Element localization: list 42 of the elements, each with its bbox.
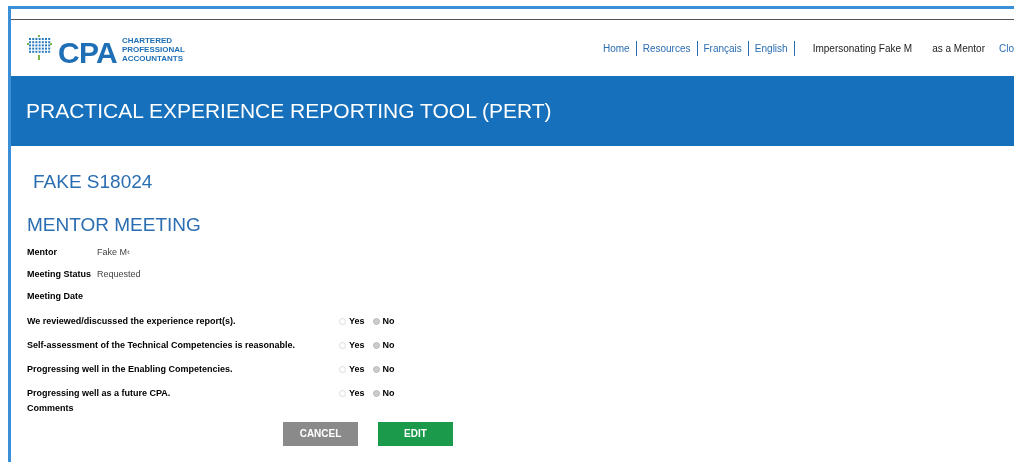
nav-link[interactable]: Home xyxy=(597,40,637,56)
action-button[interactable]: EDIT xyxy=(378,421,453,446)
section-title: MENTOR MEETING xyxy=(27,212,202,237)
radio-option[interactable]: No xyxy=(372,314,395,329)
question-text: We reviewed/discussed the experience report(s). xyxy=(27,314,237,328)
logo-tagline: CHARTERED xyxy=(121,35,174,45)
question-text: Self-assessment of the Technical Competencies is reasonable. xyxy=(27,338,296,352)
radio-icon[interactable] xyxy=(372,366,380,373)
field-label: Mentor xyxy=(27,246,58,260)
radio-icon[interactable] xyxy=(372,390,380,397)
logo-tagline: PROFESSIONAL xyxy=(121,44,185,54)
radio-icon[interactable] xyxy=(339,366,346,373)
field-label: Meeting Date xyxy=(27,290,84,304)
radio-option[interactable]: No xyxy=(372,386,395,401)
comments-label: Comments xyxy=(27,402,75,415)
logo-wordmark: CPA xyxy=(58,38,117,68)
nav-link[interactable]: Français xyxy=(697,40,749,56)
logo-tagline: ACCOUNTANTS xyxy=(121,53,185,63)
nav-link[interactable]: English xyxy=(748,40,795,56)
radio-icon[interactable] xyxy=(372,342,380,349)
radio-option[interactable]: No xyxy=(372,338,395,353)
student-name: FAKE S18024 xyxy=(32,170,154,194)
field-value: Fake M‹ xyxy=(97,246,130,260)
role-text: as a Mentor xyxy=(932,41,985,56)
radio-option[interactable]: Yes xyxy=(339,362,365,377)
impersonating-text: Impersonating Fake M xyxy=(812,41,913,56)
radio-option[interactable]: Yes xyxy=(339,338,365,353)
field-label: Meeting Status xyxy=(27,268,92,282)
question-text: Progressing well as a future CPA. xyxy=(27,386,172,400)
maple-leaf-icon xyxy=(27,35,53,61)
banner-title: PRACTICAL EXPERIENCE REPORTING TOOL (PERT) xyxy=(26,98,552,125)
radio-option[interactable]: Yes xyxy=(339,314,365,329)
question-text: Progressing well in the Enabling Competencies. xyxy=(27,362,234,376)
radio-icon[interactable] xyxy=(339,390,346,397)
radio-icon[interactable] xyxy=(372,318,380,325)
radio-option[interactable]: No xyxy=(372,362,395,377)
radio-icon[interactable] xyxy=(339,318,346,325)
field-value: Requested xyxy=(97,268,141,282)
close-link[interactable]: Clo xyxy=(999,40,1014,56)
radio-option[interactable]: Yes xyxy=(339,386,365,401)
radio-icon[interactable] xyxy=(339,342,346,349)
nav-link[interactable]: Resources xyxy=(636,40,698,56)
